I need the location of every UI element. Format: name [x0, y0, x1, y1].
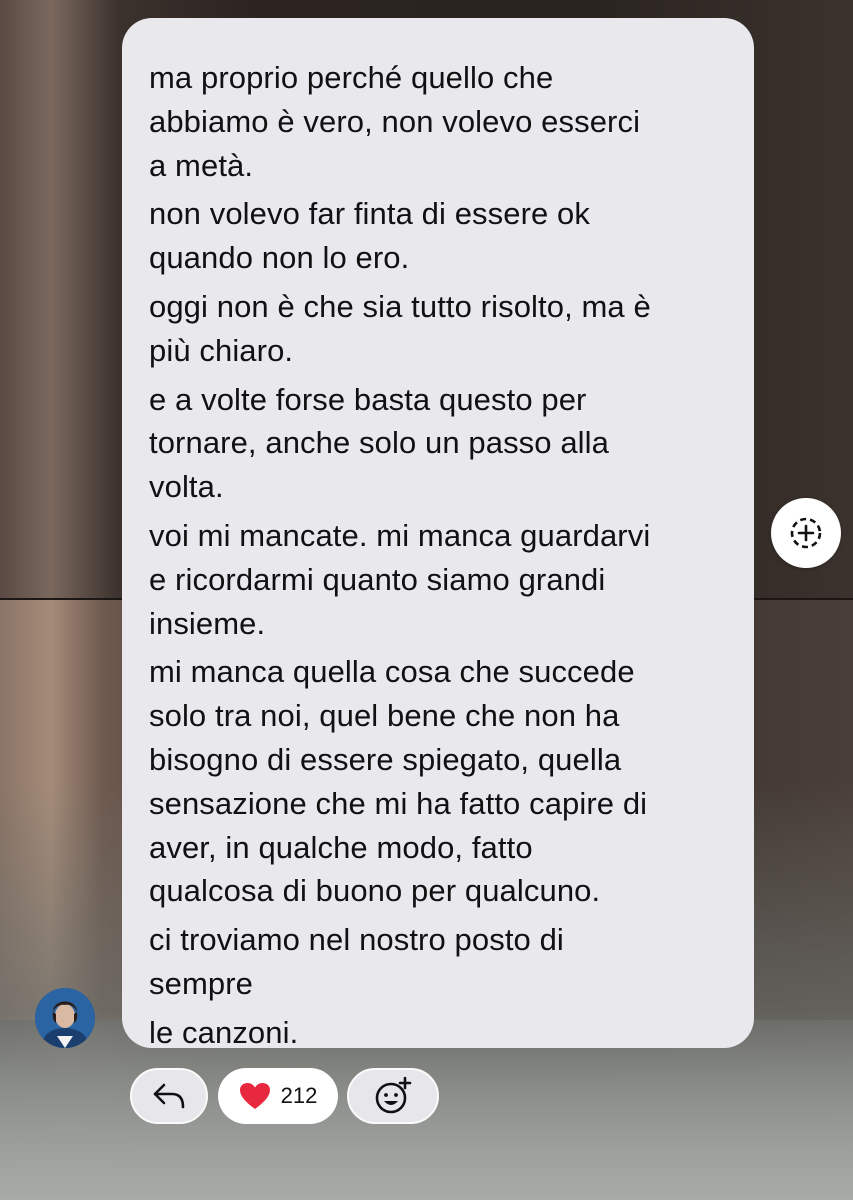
- message-paragraph: ma proprio perché quello che abbiamo è ve…: [149, 56, 732, 187]
- message-line: ci troviamo nel nostro posto di: [149, 922, 564, 958]
- add-to-story-icon: [790, 517, 822, 549]
- message-bubble[interactable]: ma proprio perché quello che abbiamo è ve…: [122, 18, 754, 1050]
- add-reaction-button[interactable]: [347, 1068, 439, 1124]
- message-line: quando non lo ero.: [149, 240, 410, 276]
- like-button[interactable]: 212: [218, 1068, 338, 1124]
- message-paragraph: non volevo far finta di essere ok quando …: [149, 192, 732, 280]
- reply-button[interactable]: [130, 1068, 208, 1124]
- message-line: volta.: [149, 469, 224, 505]
- message-line: non volevo far finta di essere ok: [149, 196, 590, 232]
- avatar-photo: [35, 988, 95, 1048]
- message-paragraph: ci troviamo nel nostro posto di sempre: [149, 918, 732, 1006]
- message-paragraph: le canzoni.: [149, 1011, 732, 1055]
- message-line: insieme.: [149, 605, 266, 641]
- message-paragraph: e a volte forse basta questo per tornare,…: [149, 378, 732, 509]
- message-line: bisogno di essere spiegato, quella: [149, 741, 622, 777]
- message-line: aver, in qualche modo, fatto: [149, 829, 533, 865]
- like-count: 212: [280, 1083, 318, 1108]
- message-line: le canzoni.: [149, 1014, 299, 1050]
- message-line: solo tra noi, quel bene che non ha: [149, 698, 620, 734]
- message-line: voi mi mancate. mi manca guardarvi: [149, 517, 651, 553]
- message-line: sempre: [149, 965, 253, 1001]
- message-line: oggi non è che sia tutto risolto, ma è: [149, 288, 651, 324]
- message-line: ma proprio perché quello che: [149, 60, 554, 95]
- message-paragraph: mi manca quella cosa che succede solo tra…: [149, 650, 732, 913]
- message-line: abbiamo è vero, non volevo esserci: [149, 103, 641, 139]
- message-paragraph: oggi non è che sia tutto risolto, ma è pi…: [149, 285, 732, 373]
- avatar[interactable]: [35, 988, 95, 1048]
- add-emoji-icon: [375, 1076, 412, 1114]
- message-paragraph: voi mi mancate. mi manca guardarvi e rico…: [149, 514, 732, 645]
- message-line: mi manca quella cosa che succede: [149, 654, 635, 690]
- message-line: e ricordarmi quanto siamo grandi: [149, 561, 606, 597]
- message-line: tornare, anche solo un passo alla: [149, 425, 609, 461]
- message-line: sensazione che mi ha fatto capire di: [149, 785, 648, 821]
- heart-icon: [239, 1083, 270, 1109]
- add-to-story-button[interactable]: [771, 498, 841, 568]
- message-line: e a volte forse basta questo per: [149, 381, 587, 417]
- message-line: qualcosa di buono per qualcuno.: [149, 873, 601, 909]
- message-line: più chiaro.: [149, 332, 294, 368]
- reply-arrow-icon: [153, 1083, 185, 1109]
- message-line: a metà.: [149, 147, 254, 183]
